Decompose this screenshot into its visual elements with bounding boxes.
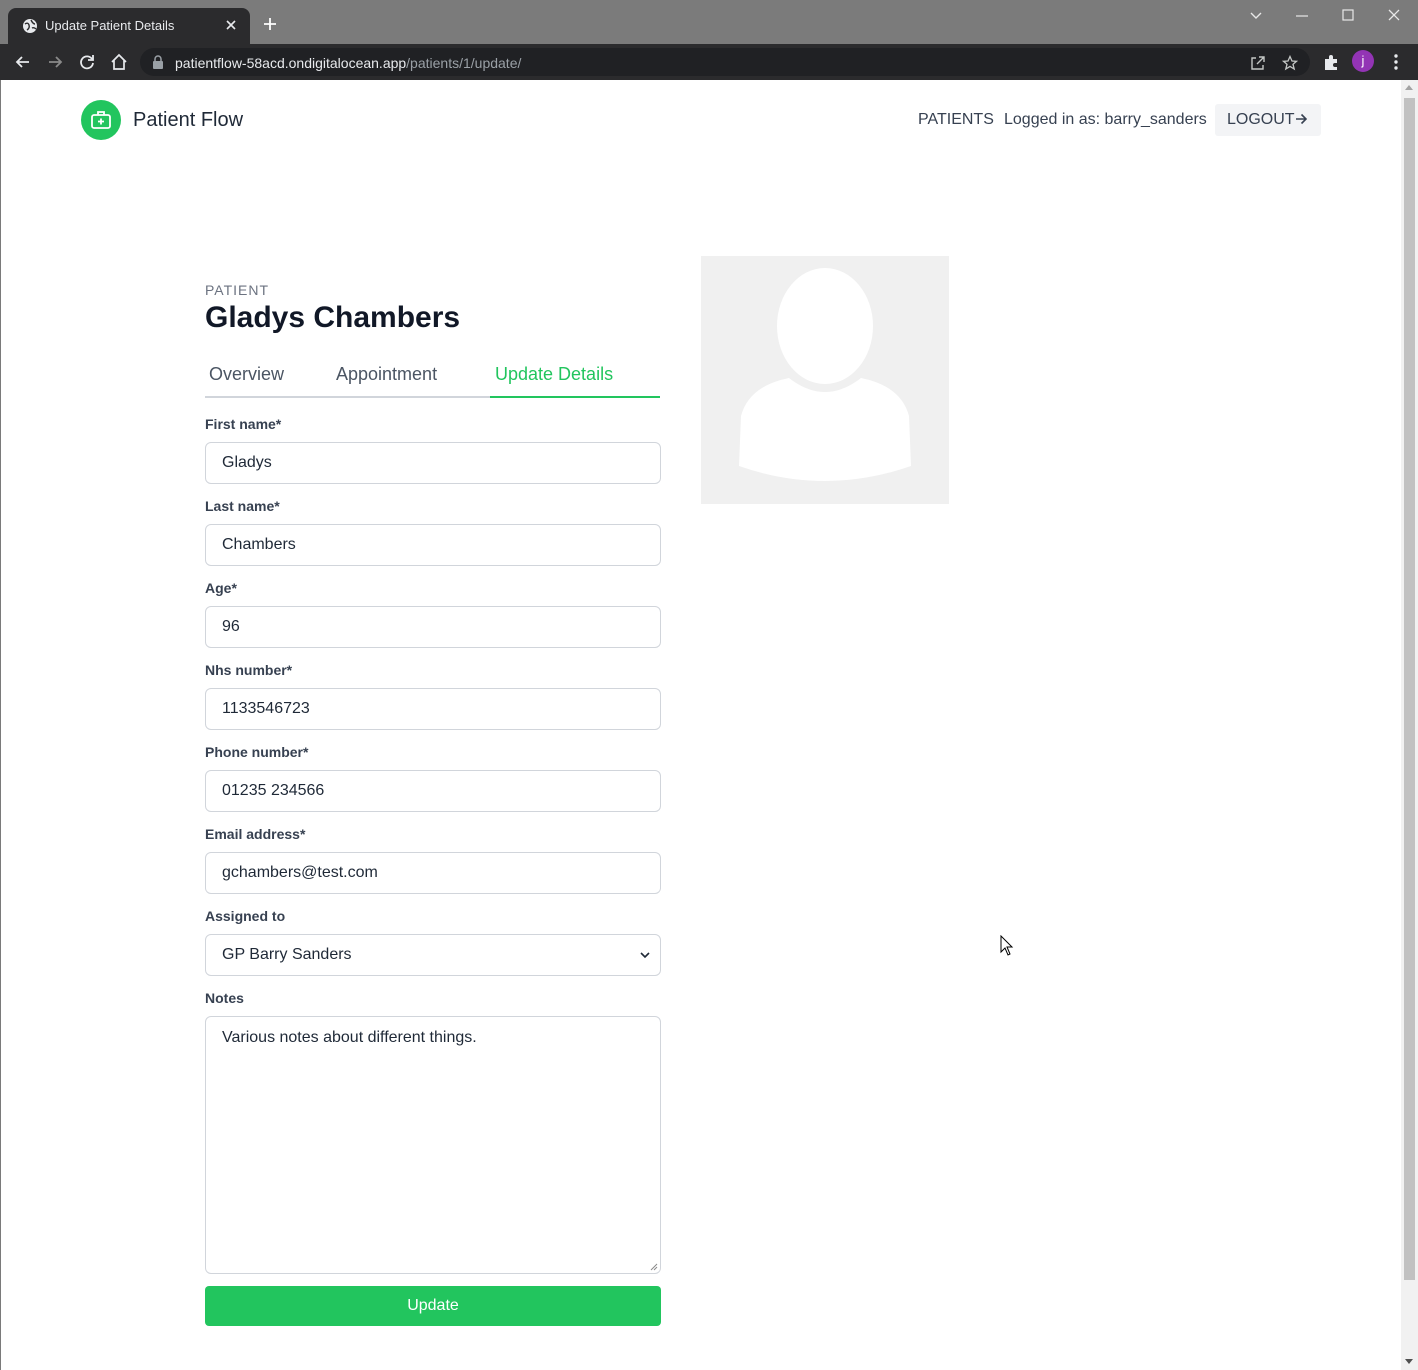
globe-icon: [23, 19, 37, 33]
arrow-right-icon: [1296, 113, 1307, 125]
browser-tab[interactable]: Update Patient Details: [8, 8, 250, 44]
tab-search-icon[interactable]: [1244, 6, 1268, 26]
page: Patient Flow PATIENTS Logged in as: barr…: [1, 80, 1401, 1370]
url-text: patientflow-58acd.ondigitalocean.app/pat…: [175, 55, 521, 71]
tab-title: Update Patient Details: [45, 18, 175, 33]
nhs-number-field[interactable]: [205, 688, 661, 730]
forward-icon[interactable]: [45, 52, 65, 72]
chevron-down-icon: [640, 952, 650, 959]
phone-number-label: Phone number*: [205, 744, 309, 760]
patient-photo: [701, 256, 949, 504]
back-icon[interactable]: [13, 52, 33, 72]
bookmark-star-icon[interactable]: [1282, 55, 1298, 71]
nhs-number-label: Nhs number*: [205, 662, 293, 678]
minimize-icon[interactable]: [1290, 6, 1314, 26]
url-path: /patients/1/update/: [406, 55, 522, 71]
update-button[interactable]: Update: [205, 1286, 661, 1326]
brand-name[interactable]: Patient Flow: [133, 109, 243, 132]
page-scrollbar[interactable]: [1401, 80, 1418, 1370]
person-silhouette-icon: [739, 268, 911, 481]
browser-titlebar: Update Patient Details: [0, 0, 1418, 44]
scroll-down-arrow-icon[interactable]: [1405, 1359, 1413, 1364]
notes-value: Various notes about different things.: [222, 1029, 477, 1046]
scrollbar-thumb[interactable]: [1404, 98, 1415, 1280]
page-title: Gladys Chambers: [205, 301, 461, 334]
scroll-up-arrow-icon[interactable]: [1405, 85, 1413, 90]
email-field[interactable]: [205, 852, 661, 894]
home-icon[interactable]: [109, 52, 129, 72]
close-tab-icon[interactable]: [222, 16, 240, 34]
email-label: Email address*: [205, 826, 306, 842]
nav-patients-link[interactable]: PATIENTS: [918, 111, 994, 129]
last-name-label: Last name*: [205, 498, 280, 514]
patient-eyebrow: PATIENT: [205, 282, 270, 298]
tab-overview[interactable]: Overview: [209, 364, 284, 385]
assigned-to-label: Assigned to: [205, 908, 286, 924]
url-host: patientflow-58acd.ondigitalocean.app: [175, 55, 407, 71]
active-tab-indicator: [490, 396, 660, 398]
first-name-field[interactable]: [205, 442, 661, 484]
logout-label: LOGOUT: [1227, 111, 1295, 128]
tab-update-details[interactable]: Update Details: [495, 364, 613, 385]
logo[interactable]: [81, 100, 121, 140]
notes-label: Notes: [205, 990, 244, 1006]
extensions-icon[interactable]: [1321, 52, 1341, 72]
assigned-to-value: GP Barry Sanders: [222, 946, 352, 963]
logged-in-user: Logged in as: barry_sanders: [1004, 111, 1207, 128]
logout-button[interactable]: LOGOUT: [1215, 104, 1321, 136]
profile-avatar[interactable]: j: [1352, 50, 1374, 72]
new-tab-icon[interactable]: [262, 16, 278, 32]
close-window-icon[interactable]: [1382, 6, 1406, 26]
tab-appointment[interactable]: Appointment: [336, 364, 437, 385]
medical-kit-icon: [91, 111, 111, 129]
age-label: Age*: [205, 580, 237, 596]
mouse-cursor-icon: [1000, 935, 1014, 956]
maximize-icon[interactable]: [1336, 6, 1360, 26]
phone-number-field[interactable]: [205, 770, 661, 812]
first-name-label: First name*: [205, 416, 282, 432]
last-name-field[interactable]: [205, 524, 661, 566]
browser-toolbar: patientflow-58acd.ondigitalocean.app/pat…: [0, 44, 1418, 80]
resize-handle-icon[interactable]: [648, 1261, 658, 1271]
age-field[interactable]: [205, 606, 661, 648]
patient-tabs: Overview Appointment Update Details: [205, 362, 660, 398]
address-bar[interactable]: patientflow-58acd.ondigitalocean.app/pat…: [140, 48, 1310, 76]
assigned-to-select[interactable]: GP Barry Sanders: [205, 934, 661, 976]
lock-icon[interactable]: [152, 55, 164, 69]
share-icon[interactable]: [1250, 55, 1266, 71]
reload-icon[interactable]: [77, 52, 97, 72]
menu-kebab-icon[interactable]: [1386, 52, 1406, 72]
notes-textarea[interactable]: Various notes about different things.: [205, 1016, 661, 1274]
